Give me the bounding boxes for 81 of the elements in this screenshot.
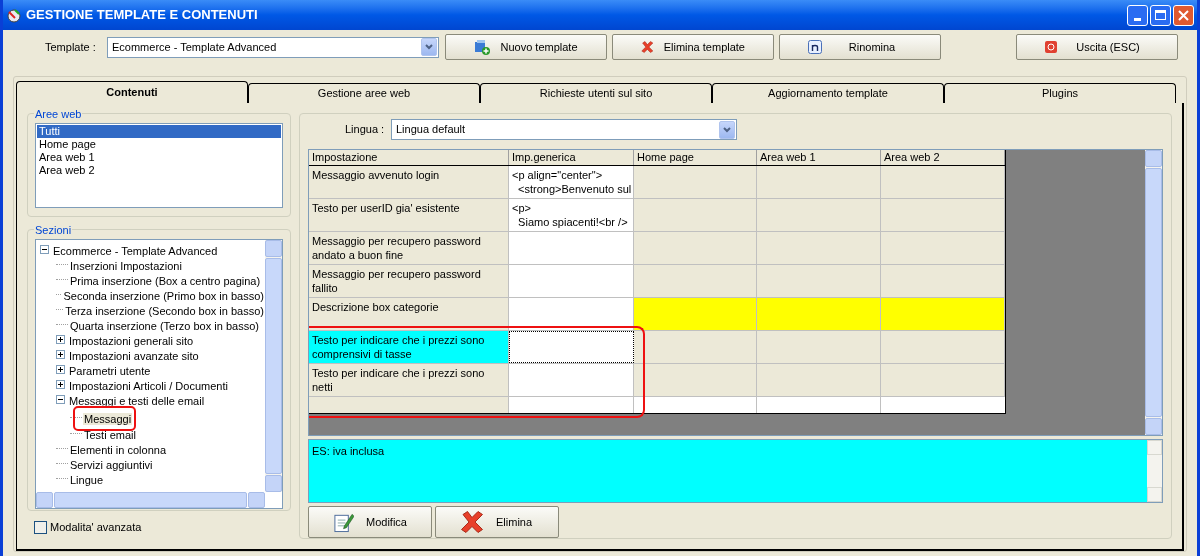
column-header[interactable]: Area web 2 <box>881 150 1005 165</box>
horizontal-scrollbar[interactable] <box>36 492 265 508</box>
tree-item[interactable]: Lingue <box>69 473 105 486</box>
collapse-toggle[interactable] <box>40 245 49 254</box>
table-cell[interactable]: Testo per indicare che i prezzi sono netti <box>309 364 509 396</box>
template-label: Template : <box>45 39 97 55</box>
tab[interactable]: Contenuti <box>16 81 248 103</box>
app-icon <box>6 7 22 23</box>
table-cell[interactable]: Testo per indicare che i prezzi sono comprensivi di tasse <box>309 331 509 363</box>
maximize-button[interactable] <box>1150 4 1171 26</box>
tab[interactable]: Plugins <box>944 83 1176 103</box>
list-item[interactable]: Area web 2 <box>37 164 281 177</box>
tree-item[interactable]: Inserzioni Impostazioni <box>69 259 183 272</box>
tree-item[interactable]: Quarta inserzione (Terzo box in basso) <box>69 319 260 332</box>
aree-web-list[interactable]: Tutti Home page Area web 1 Area web 2 <box>35 123 283 208</box>
close-button[interactable] <box>1173 4 1194 26</box>
edit-button[interactable]: Modifica <box>308 506 432 538</box>
dropdown-button[interactable] <box>719 120 735 139</box>
column-header[interactable]: Home page <box>634 150 757 165</box>
tree-item[interactable]: Seconda inserzione (Primo box in basso) <box>62 289 265 302</box>
rename-icon <box>808 40 822 54</box>
tree-item[interactable]: Prima inserzione (Box a centro pagina) <box>69 274 262 287</box>
expand-toggle[interactable] <box>56 380 65 389</box>
tree-item[interactable]: Impostazioni Articoli / Documenti <box>68 379 229 392</box>
new-button[interactable]: Nuovo template <box>445 34 607 60</box>
table-cell[interactable]: Testo per userID gia' esistente <box>309 199 509 231</box>
notepad-pencil-icon <box>333 511 355 533</box>
highlight-outline <box>73 405 137 431</box>
tree-item[interactable]: Ecommerce - Template Advanced <box>52 244 219 257</box>
tab[interactable]: Gestione aree web <box>248 83 480 103</box>
table-cell[interactable]: Messaggio per recupero password andato a buon fine <box>309 232 509 264</box>
tree-item[interactable]: Impostazioni avanzate sito <box>68 349 200 362</box>
delete-button[interactable]: Elimina <box>435 506 559 538</box>
sections-tree[interactable] <box>35 239 283 509</box>
column-header[interactable]: Area web 1 <box>757 150 881 165</box>
list-item[interactable]: Tutti <box>37 125 281 138</box>
caret-icon <box>723 126 731 133</box>
memo-field[interactable]: ES: iva inclusa <box>308 439 1163 503</box>
template-dropdown[interactable]: Ecommerce - Template Advanced <box>107 36 439 58</box>
collapse-toggle[interactable] <box>56 395 65 404</box>
expand-toggle[interactable] <box>56 365 65 374</box>
tree-item[interactable]: Impostazioni generali sito <box>68 334 195 347</box>
lingua-dropdown[interactable]: Lingua default <box>391 119 737 140</box>
column-header[interactable]: Imp.generica <box>509 150 634 165</box>
tab[interactable]: Aggiornamento template <box>712 83 944 103</box>
caret-icon <box>425 44 433 50</box>
checkbox[interactable] <box>34 520 47 534</box>
tree-item[interactable]: Parametri utente <box>68 364 152 377</box>
tree-item[interactable]: Testi email <box>83 428 137 441</box>
table-cell[interactable]: <p> Siamo spiacenti!<br /> <box>509 199 634 231</box>
table-cell[interactable] <box>509 331 634 363</box>
expand-toggle[interactable] <box>56 335 65 344</box>
box-plus-icon <box>474 39 490 55</box>
tree-item[interactable]: Terza inserzione (Secondo box in basso) <box>64 304 265 317</box>
table-cell[interactable]: Messaggio per recupero password fallito <box>309 265 509 297</box>
delete-button[interactable]: Elimina template <box>612 34 774 60</box>
column-header[interactable]: Impostazione <box>309 150 509 165</box>
dropdown-button[interactable] <box>421 38 437 56</box>
expand-toggle[interactable] <box>56 350 65 359</box>
table-cell[interactable]: Descrizione box categorie <box>309 298 509 330</box>
list-item[interactable]: Area web 1 <box>37 151 281 164</box>
checkbox-label: Modalita' avanzata <box>50 520 142 535</box>
tree-item[interactable]: Messaggi <box>83 412 133 425</box>
rename-button[interactable]: Rinomina <box>779 34 941 60</box>
table-cell[interactable]: <p align="center"> <strong>Benvenuto sul <box>509 166 634 198</box>
power-icon <box>1045 41 1057 53</box>
x-icon <box>460 510 484 534</box>
x-icon <box>641 39 654 55</box>
tree-item[interactable]: Messaggi e testi delle email <box>68 394 206 407</box>
minimize-button[interactable] <box>1127 4 1148 26</box>
tab[interactable]: Richieste utenti sul sito <box>480 83 712 103</box>
table-cell[interactable]: Messaggio avvenuto login <box>309 166 509 198</box>
vertical-scrollbar[interactable] <box>1145 150 1162 435</box>
window-title: GESTIONE TEMPLATE E CONTENUTI <box>26 6 258 25</box>
tree-item[interactable]: Servizi aggiuntivi <box>69 458 154 471</box>
tree-item[interactable]: Elementi in colonna <box>69 443 167 456</box>
list-item[interactable]: Home page <box>37 138 281 151</box>
close-icon <box>1178 9 1189 21</box>
vertical-scrollbar[interactable] <box>265 240 282 492</box>
lingua-label: Lingua : <box>345 122 386 138</box>
exit-button[interactable]: Uscita (ESC) <box>1016 34 1178 60</box>
